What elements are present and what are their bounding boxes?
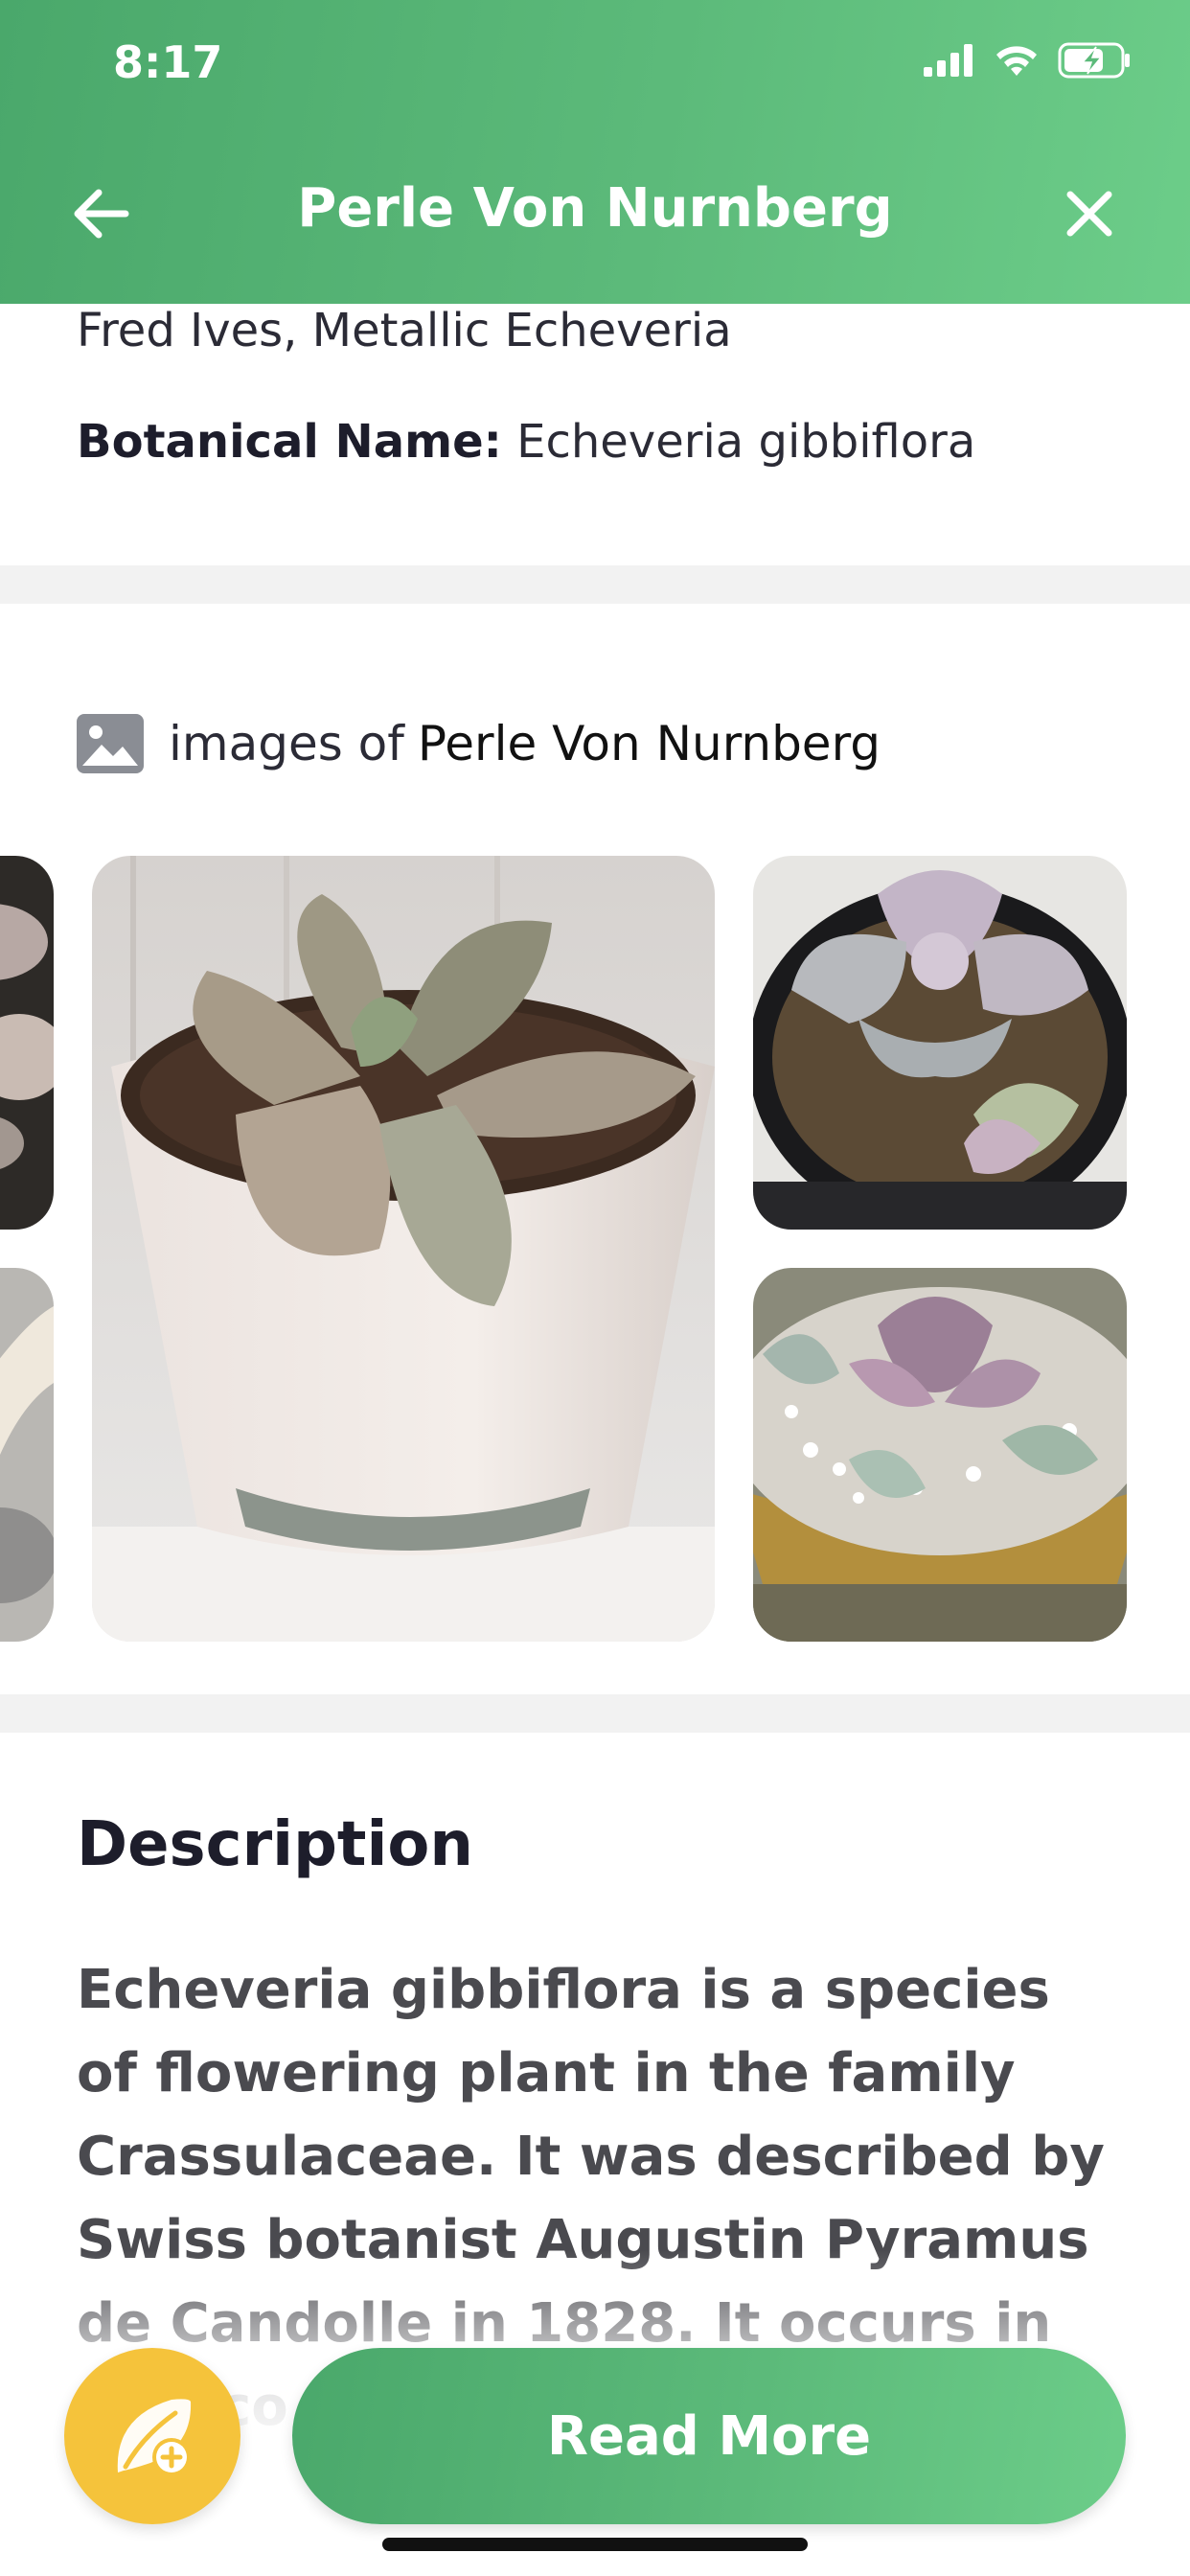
wifi-icon — [996, 46, 1037, 76]
images-heading-name: Perle Von Nurnberg — [417, 716, 881, 771]
botanical-name: Botanical Name: Echeveria gibbiflora — [77, 415, 975, 469]
add-plant-button[interactable] — [64, 2348, 240, 2524]
read-more-button[interactable]: Read More — [292, 2348, 1126, 2524]
leaf-add-icon — [117, 2399, 192, 2476]
page-title: Perle Von Nurnberg — [297, 177, 893, 240]
section-divider — [0, 1694, 1190, 1733]
plant-photo-top-right[interactable] — [753, 856, 1127, 1230]
app-header: 8:17 Perle Von Nurnberg — [0, 0, 1190, 304]
signal-icon — [924, 44, 973, 77]
plant-photo-partial-bottom[interactable] — [0, 1268, 54, 1642]
status-time: 8:17 — [113, 36, 223, 88]
description-heading: Description — [77, 1809, 473, 1880]
plant-photo-bottom-right[interactable] — [753, 1268, 1127, 1642]
close-icon — [1066, 191, 1112, 237]
botanical-name-label: Botanical Name: — [77, 415, 502, 469]
images-heading: images of Perle Von Nurnberg — [77, 714, 881, 773]
plant-photo-main[interactable] — [92, 856, 715, 1642]
status-icons — [924, 42, 1133, 79]
images-section: images of Perle Von Nurnberg — [0, 604, 1190, 1694]
plant-photo-partial-top[interactable] — [0, 856, 54, 1230]
section-divider — [0, 565, 1190, 604]
image-icon — [77, 714, 144, 773]
botanical-name-value: Echeveria gibbiflora — [516, 415, 976, 469]
images-heading-prefix: images of — [169, 716, 404, 771]
plant-names-section: Fred Ives, Metallic Echeveria Botanical … — [0, 304, 1190, 565]
close-button[interactable] — [1056, 180, 1123, 247]
home-indicator — [382, 2538, 808, 2551]
battery-charging-icon — [1058, 42, 1130, 79]
common-names: Fred Ives, Metallic Echeveria — [77, 304, 732, 357]
